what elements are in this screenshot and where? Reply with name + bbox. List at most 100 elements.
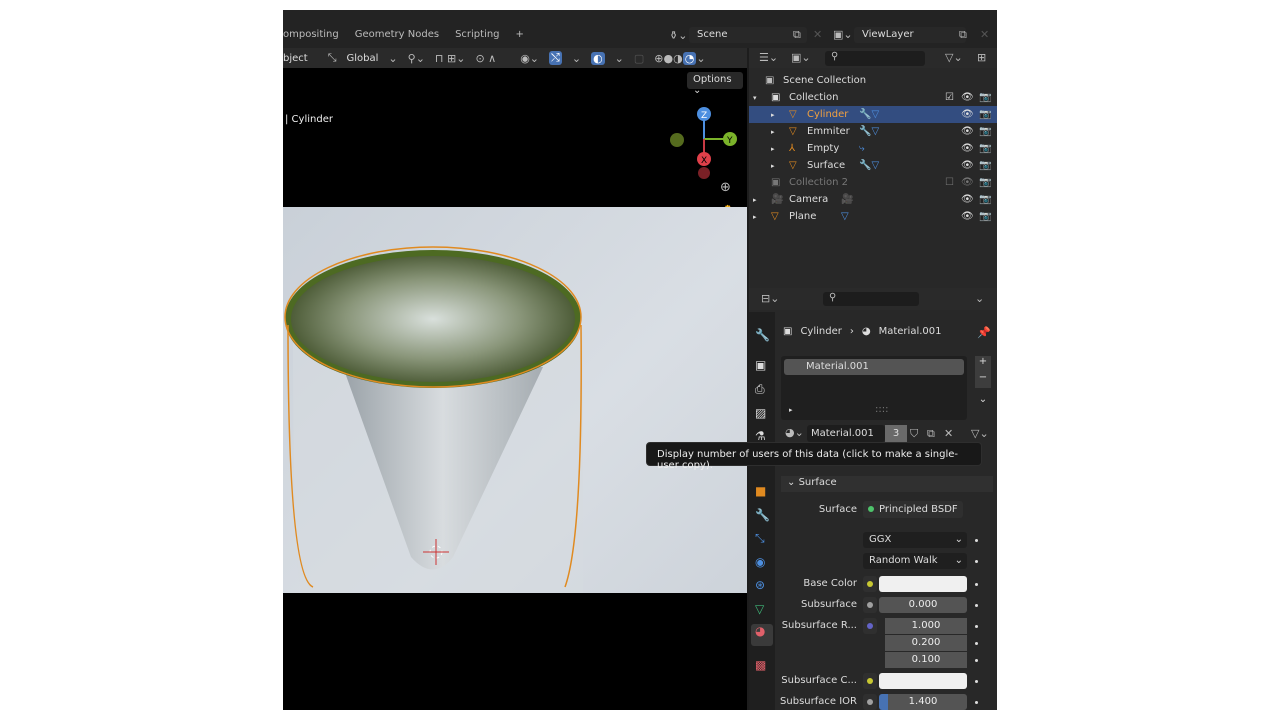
pivot-icon[interactable]: ⚲⌄ bbox=[408, 52, 425, 65]
new-collection-icon[interactable]: ⊞ bbox=[977, 51, 986, 64]
material-slot[interactable]: Material.001 bbox=[784, 359, 964, 375]
remove-view-layer-icon[interactable]: ✕ bbox=[980, 28, 989, 41]
material-name-field[interactable]: Material.001 bbox=[807, 425, 885, 442]
render-camera-icon[interactable]: 📷 bbox=[979, 211, 991, 222]
navigation-gizmo[interactable]: Z Y X bbox=[668, 101, 748, 181]
mode-select[interactable]: bject bbox=[283, 53, 308, 64]
particles-tab-icon[interactable]: ⤡ bbox=[755, 531, 765, 546]
surface-panel-header[interactable]: ⌄ Surface bbox=[781, 476, 993, 492]
expand-arrow-icon[interactable]: ▸ bbox=[753, 213, 757, 221]
render-camera-icon[interactable]: 📷 bbox=[979, 160, 991, 171]
tab-compositing[interactable]: ompositing bbox=[283, 29, 339, 40]
users-count-button[interactable]: 3 bbox=[885, 425, 907, 442]
link-mode-icon[interactable]: ▽⌄ bbox=[971, 427, 989, 440]
texture-tab-icon[interactable]: ▩ bbox=[755, 658, 766, 672]
surface-shader-field[interactable]: Principled BSDF bbox=[863, 501, 963, 518]
properties-search[interactable]: ⚲ bbox=[823, 292, 919, 306]
eye-icon[interactable]: 👁 bbox=[961, 160, 974, 171]
eye-icon[interactable]: 👁 bbox=[961, 194, 974, 205]
keyframe-dot[interactable] bbox=[975, 701, 978, 704]
shading-modes-icon[interactable]: ⊕●◑ ◔ ⌄ bbox=[654, 51, 706, 65]
remove-scene-icon[interactable]: ✕ bbox=[813, 28, 822, 41]
color-swatch[interactable] bbox=[879, 576, 967, 592]
eye-icon[interactable]: 👁 bbox=[961, 109, 974, 120]
proportional-edit-icon[interactable]: ⊙ ∧ bbox=[475, 52, 496, 65]
subsurface-method-select[interactable]: Random Walk ⌄ bbox=[863, 553, 967, 569]
orientation-select[interactable]: Global bbox=[347, 53, 379, 64]
copy-view-layer-icon[interactable]: ⧉ bbox=[959, 28, 967, 42]
overlay-toggle-icon[interactable]: ◐ bbox=[591, 51, 605, 65]
scene-field[interactable]: Scene bbox=[689, 27, 807, 43]
modifier-tab-icon[interactable]: 🔧 bbox=[755, 508, 770, 522]
eye-icon[interactable]: 👁 bbox=[961, 92, 974, 103]
keyframe-dot[interactable] bbox=[975, 642, 978, 645]
remove-slot-button[interactable]: − bbox=[975, 372, 991, 388]
eye-icon[interactable]: 👁 bbox=[961, 211, 974, 222]
copy-scene-icon[interactable]: ⧉ bbox=[793, 28, 801, 42]
color-swatch[interactable] bbox=[879, 673, 967, 689]
exclude-checkbox[interactable]: ☑ bbox=[945, 92, 954, 103]
object-tab-icon[interactable]: ■ bbox=[755, 484, 766, 498]
keyframe-dot[interactable] bbox=[975, 560, 978, 563]
keyframe-dot[interactable] bbox=[975, 659, 978, 662]
xray-icon[interactable]: ▢ bbox=[634, 52, 644, 65]
slider-field[interactable]: 0.000 bbox=[879, 597, 967, 613]
expand-arrow-icon[interactable]: ▸ bbox=[753, 196, 757, 204]
unlink-icon[interactable]: ✕ bbox=[944, 427, 953, 440]
render-tab-icon[interactable]: ▣ bbox=[755, 358, 766, 372]
outliner-item[interactable]: ▣ Collection 2 ☐ 👁 📷 bbox=[749, 174, 997, 191]
keyframe-dot[interactable] bbox=[975, 583, 978, 586]
eye-icon[interactable]: 👁 bbox=[961, 126, 974, 137]
slot-specials-button[interactable]: ⌄ bbox=[975, 394, 991, 410]
output-tab-icon[interactable]: ⎙ bbox=[755, 382, 765, 397]
view-layer-field[interactable]: ViewLayer bbox=[854, 27, 966, 43]
render-camera-icon[interactable]: 📷 bbox=[979, 126, 991, 137]
outliner-item[interactable]: ▸ ▽ Emmiter 🔧▽ 👁 📷 bbox=[749, 123, 997, 140]
snap-icon[interactable]: ⊓ ⊞⌄ bbox=[435, 52, 466, 65]
outliner-item[interactable]: ▸ ▽ Surface 🔧▽ 👁 📷 bbox=[749, 157, 997, 174]
scene-tab-icon[interactable]: ⚗ bbox=[755, 429, 766, 443]
outliner-search[interactable]: ⚲ bbox=[825, 51, 925, 66]
keyframe-dot[interactable] bbox=[975, 539, 978, 542]
visibility-icon[interactable]: ◉⌄ bbox=[520, 52, 539, 65]
editor-type-icon[interactable]: ⊟⌄ bbox=[761, 292, 779, 305]
keyframe-dot[interactable] bbox=[975, 680, 978, 683]
view-layer-tab-icon[interactable]: ▨ bbox=[755, 406, 766, 420]
options-button[interactable]: Options ⌄ bbox=[687, 72, 743, 96]
view-layer-icon[interactable]: ▣⌄ bbox=[833, 28, 853, 41]
expand-arrow-icon[interactable]: ▸ bbox=[771, 145, 775, 153]
scene-icon[interactable]: ⚱⌄ bbox=[669, 29, 687, 42]
slider-field[interactable]: 1.400 bbox=[879, 694, 967, 710]
tool-tab-icon[interactable]: 🔧 bbox=[755, 328, 770, 342]
filter-icon[interactable]: ▽⌄ bbox=[945, 51, 963, 64]
resize-handle[interactable]: :::: bbox=[875, 404, 888, 415]
keyframe-dot[interactable] bbox=[975, 604, 978, 607]
options-chevron-icon[interactable]: ⌄ bbox=[975, 292, 984, 305]
render-camera-icon[interactable]: 📷 bbox=[979, 194, 991, 205]
render-camera-icon[interactable]: 📷 bbox=[979, 177, 991, 188]
physics-tab-icon[interactable]: ◉ bbox=[755, 555, 765, 569]
outliner-item[interactable]: ▸ ⅄ Empty ⤷ 👁 📷 bbox=[749, 140, 997, 157]
tab-scripting[interactable]: Scripting bbox=[455, 29, 499, 40]
expand-icon[interactable]: ▸ bbox=[789, 406, 793, 414]
expand-arrow-icon[interactable]: ▾ bbox=[753, 94, 757, 102]
render-camera-icon[interactable]: 📷 bbox=[979, 109, 991, 120]
add-slot-button[interactable]: + bbox=[975, 356, 991, 372]
vector-field[interactable]: 0.200 bbox=[885, 635, 967, 651]
eye-icon[interactable]: 👁 bbox=[961, 143, 974, 154]
display-mode-icon[interactable]: ☰⌄ bbox=[759, 51, 778, 64]
filter-view-icon[interactable]: ▣⌄ bbox=[791, 51, 811, 64]
expand-arrow-icon[interactable]: ▸ bbox=[771, 162, 775, 170]
outliner-item[interactable]: ▣ Scene Collection bbox=[749, 72, 997, 89]
outliner-item[interactable]: ▸ ▽ Cylinder 🔧▽ 👁 📷 bbox=[749, 106, 997, 123]
outliner-item[interactable]: ▾ ▣ Collection ☑ 👁 📷 bbox=[749, 89, 997, 106]
vector-field[interactable]: 0.100 bbox=[885, 652, 967, 668]
vector-field[interactable]: 1.000 bbox=[885, 618, 967, 634]
exclude-checkbox[interactable]: ☐ bbox=[945, 177, 954, 188]
add-workspace-button[interactable]: + bbox=[516, 29, 524, 40]
tab-geometry-nodes[interactable]: Geometry Nodes bbox=[355, 29, 439, 40]
gizmo-toggle-icon[interactable]: ⤭ bbox=[549, 51, 562, 65]
outliner-item[interactable]: ▸ ▽ Plane ▽ 👁 📷 bbox=[749, 208, 997, 225]
render-camera-icon[interactable]: 📷 bbox=[979, 92, 991, 103]
outliner-item[interactable]: ▸ 🎥 Camera 🎥 👁 📷 bbox=[749, 191, 997, 208]
